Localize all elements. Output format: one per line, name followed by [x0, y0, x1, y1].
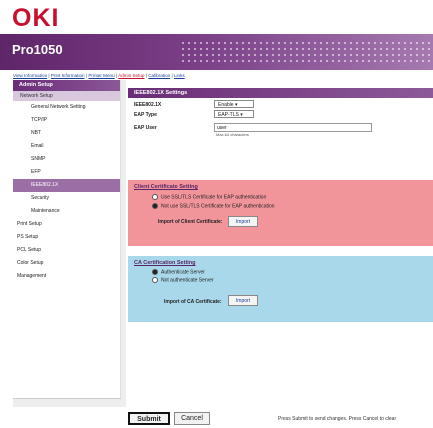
sidebar-item-color-setup[interactable]: Color Setup — [13, 257, 126, 270]
submit-button[interactable]: Submit — [128, 412, 170, 425]
sidebar-scrollbar[interactable] — [120, 80, 126, 407]
sidebar-item-tcpip[interactable]: TCP/IP — [13, 114, 126, 127]
radio-not-use-ssl[interactable] — [152, 203, 158, 209]
sidebar-item-snmp[interactable]: SNMP — [13, 153, 126, 166]
nav-admin-setup[interactable]: Admin Setup — [118, 73, 144, 78]
sidebar-item-pcl-setup[interactable]: PCL Setup — [13, 244, 126, 257]
radio-not-authenticate-server[interactable] — [152, 277, 158, 283]
product-bar: Pro1050 — [0, 34, 433, 70]
section-header: IEEE802.1X Settings — [128, 88, 433, 98]
ca-option-not-authenticate[interactable]: Not authenticate Server — [152, 277, 214, 283]
eap-user-hint: Max.64 characters — [216, 132, 249, 137]
product-title: Pro1050 — [12, 42, 63, 57]
sidebar-item-email[interactable]: Email — [13, 140, 126, 153]
ca-option-authenticate[interactable]: Authenticate Server — [152, 269, 205, 275]
client-import-button[interactable]: Import — [228, 216, 258, 227]
nav-view-information[interactable]: View Information — [13, 73, 47, 78]
sidebar-item-management[interactable]: Management — [13, 270, 126, 283]
ieee-select[interactable]: Enable ▾ — [214, 100, 254, 108]
sidebar-selected-network-setup[interactable]: Network Setup — [13, 91, 126, 101]
header: OKI — [0, 0, 433, 34]
sidebar-item-ieee8021x[interactable]: IEEE802.1X — [13, 179, 126, 192]
footer-hint: Press Submit to send changes. Press Canc… — [278, 416, 397, 422]
sidebar-item-general[interactable]: General Network Setting — [13, 101, 126, 114]
nav-links: View Information | Print Information | P… — [13, 73, 185, 78]
sidebar-item-security[interactable]: Security — [13, 192, 126, 205]
client-cert-option-use[interactable]: Use SSL/TLS Certificate for EAP authenti… — [152, 194, 266, 200]
oki-logo: OKI — [12, 4, 60, 32]
sidebar-heading[interactable]: Admin Setup — [13, 80, 126, 91]
nav-print-information[interactable]: Print Information — [51, 73, 85, 78]
radio-use-ssl[interactable] — [152, 194, 158, 200]
nav-links[interactable]: Links — [174, 73, 185, 78]
ca-import-button[interactable]: Import — [228, 295, 258, 306]
cancel-button[interactable]: Cancel — [174, 412, 210, 425]
radio-authenticate-server[interactable] — [152, 269, 158, 275]
sidebar-item-nbt[interactable]: NBT — [13, 127, 126, 140]
sidebar-item-ps-setup[interactable]: PS Setup — [13, 231, 126, 244]
ca-cert-title: CA Certification Setting — [134, 260, 196, 266]
sidebar-item-efp[interactable]: EFP — [13, 166, 126, 179]
ca-import-label: Import of CA Certificate: — [164, 299, 222, 305]
dot-pattern — [180, 40, 430, 64]
client-cert-title: Client Certificate Setting — [134, 184, 198, 190]
client-cert-option-not-use[interactable]: Not use SSL/TLS Certificate for EAP auth… — [152, 203, 275, 209]
section-title: IEEE802.1X Settings — [134, 90, 188, 96]
sidebar: Admin Setup Network Setup General Networ… — [13, 80, 126, 407]
main-content: IEEE802.1X Settings IEEE802.1X Enable ▾ … — [128, 80, 433, 407]
sidebar-item-maintenance[interactable]: Maintenance — [13, 205, 126, 218]
nav-calibration[interactable]: Calibration — [148, 73, 170, 78]
nav-printer-menu[interactable]: Printer Menu — [88, 73, 114, 78]
sidebar-item-print-setup[interactable]: Print Setup — [13, 218, 126, 231]
eap-user-input[interactable]: user — [214, 123, 372, 132]
sidebar-hscrollbar[interactable] — [13, 398, 121, 407]
ca-cert-box: CA Certification Setting Authenticate Se… — [128, 256, 433, 322]
ieee-label: IEEE802.1X — [134, 102, 162, 108]
eap-type-label: EAP Type — [134, 112, 157, 118]
eap-user-label: EAP User — [134, 125, 157, 131]
client-cert-box: Client Certificate Setting Use SSL/TLS C… — [128, 180, 433, 246]
footer-bar: Submit Cancel Press Submit to send chang… — [128, 409, 433, 428]
client-import-label: Import of Client Certificate: — [158, 219, 223, 225]
eap-type-select[interactable]: EAP-TLS ▾ — [214, 110, 254, 118]
